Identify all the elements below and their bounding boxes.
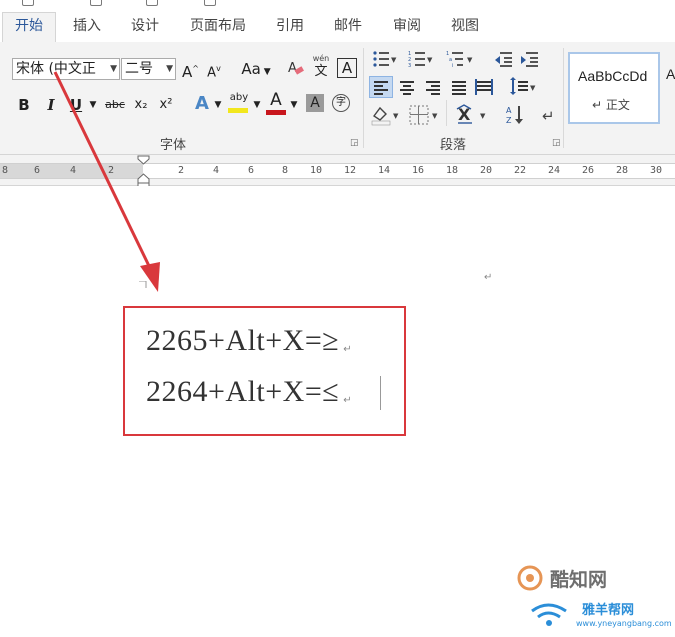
watermark-url: www.yneyangbang.com xyxy=(576,619,672,628)
watermark-site-name: 雅羊帮网 xyxy=(582,603,635,618)
wifi-logo-icon xyxy=(531,603,567,626)
watermark: 酷知网 雅羊帮网 www.yneyangbang.com xyxy=(516,563,675,637)
annotation-arrow-icon xyxy=(53,71,160,292)
watermark-logo-icon xyxy=(517,565,543,591)
watermark-brand: 酷知网 xyxy=(550,569,608,591)
